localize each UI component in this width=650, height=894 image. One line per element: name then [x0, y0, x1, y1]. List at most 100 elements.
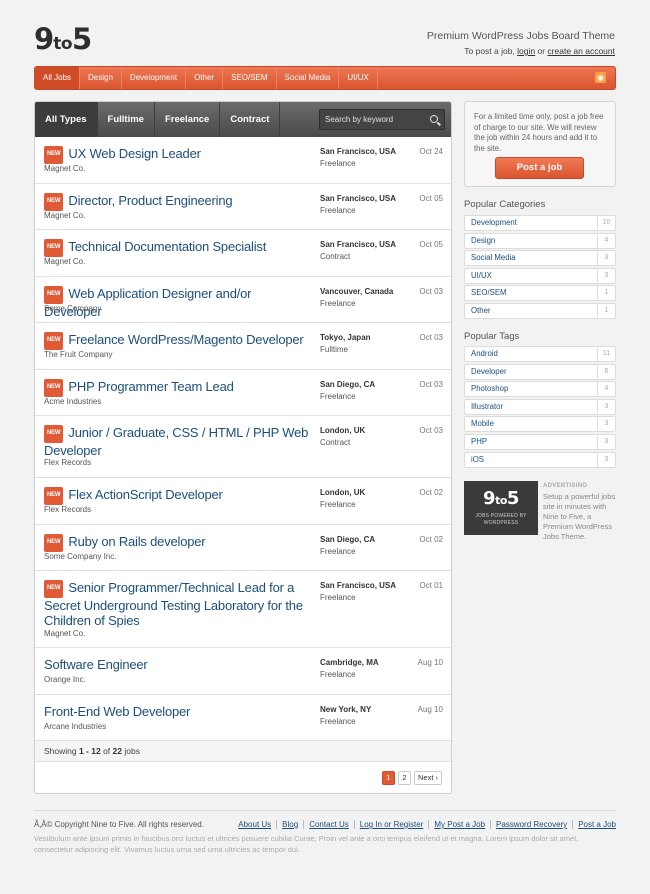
footer-link[interactable]: Password Recovery	[490, 820, 572, 829]
nav-all-jobs[interactable]: All Jobs	[35, 67, 81, 89]
job-row[interactable]: NEW Junior / Graduate, CSS / HTML / PHP W…	[35, 416, 451, 478]
showing-of: of	[100, 746, 113, 756]
job-title-text[interactable]: Ruby on Rails developer	[68, 534, 205, 549]
job-date: Aug 10	[417, 705, 443, 714]
job-title[interactable]: NEW UX Web Design Leader	[44, 146, 309, 164]
tag-item[interactable]: PHP 3	[464, 433, 616, 450]
job-row[interactable]: NEW PHP Programmer Team Lead Acme Industri…	[35, 370, 451, 416]
job-company: Orange Inc.	[44, 674, 86, 684]
search-icon[interactable]	[430, 115, 438, 123]
tab-freelance[interactable]: Freelance	[155, 102, 221, 137]
showing-prefix: Showing	[44, 746, 79, 756]
job-company: Magnet Co.	[44, 628, 86, 638]
job-row[interactable]: NEW Flex ActionScript Developer Flex Recor…	[35, 478, 451, 525]
category-item[interactable]: Design 4	[464, 232, 616, 249]
copyright: Ã‚Â© Copyright Nine to Five. All rights …	[34, 820, 204, 829]
tag-item[interactable]: Mobile 3	[464, 416, 616, 433]
login-link[interactable]: login	[517, 46, 535, 56]
job-title[interactable]: NEW Technical Documentation Specialist	[44, 239, 309, 257]
job-title[interactable]: NEW Senior Programmer/Technical Lead for …	[44, 580, 309, 629]
job-title-text[interactable]: Freelance WordPress/Magento Developer	[68, 332, 303, 347]
site-logo[interactable]: 9 to 5	[34, 22, 92, 56]
footer-link[interactable]: My Post a Job	[428, 820, 490, 829]
tab-all-types[interactable]: All Types	[35, 102, 98, 137]
job-row[interactable]: Software Engineer Orange Inc. Cambridge, M…	[35, 648, 451, 695]
job-title[interactable]: NEW Ruby on Rails developer	[44, 534, 309, 552]
tag-item[interactable]: Illustrator 3	[464, 398, 616, 415]
job-title[interactable]: Front-End Web Developer	[44, 704, 309, 720]
job-title-text[interactable]: Junior / Graduate, CSS / HTML / PHP Web …	[44, 425, 308, 458]
job-row[interactable]: NEW UX Web Design Leader Magnet Co. San Fra…	[35, 137, 451, 184]
new-badge: NEW	[44, 425, 64, 443]
new-badge: NEW	[44, 379, 64, 397]
job-title-text[interactable]: Software Engineer	[44, 657, 148, 672]
page-2-button[interactable]: 2	[397, 771, 411, 785]
job-row[interactable]: Front-End Web Developer Arcane Industries…	[35, 695, 451, 741]
tag-item[interactable]: Android 11	[464, 346, 616, 362]
tag-item[interactable]: iOS 3	[464, 451, 616, 468]
footer-link[interactable]: Contact Us	[303, 820, 354, 829]
category-item[interactable]: Social Media 3	[464, 250, 616, 267]
job-title-text[interactable]: Director, Product Engineering	[68, 193, 232, 208]
job-title-text[interactable]: Front-End Web Developer	[44, 704, 190, 719]
job-company: Magnet Co.	[44, 210, 86, 220]
job-title-text[interactable]: Technical Documentation Specialist	[68, 239, 266, 254]
tab-contract[interactable]: Contract	[220, 102, 281, 137]
tag-item[interactable]: Photoshop 4	[464, 381, 616, 398]
tag-item[interactable]: Developer 6	[464, 363, 616, 380]
search-input[interactable]	[320, 110, 420, 129]
nav-other[interactable]: Other	[186, 67, 224, 89]
category-nav: All Jobs Design Development Other SEO/SE…	[34, 66, 616, 90]
job-row[interactable]: NEW Director, Product Engineering Magnet C…	[35, 184, 451, 230]
new-badge: NEW	[44, 193, 64, 211]
job-location: Vancouver, Canada	[320, 287, 394, 296]
tab-fulltime[interactable]: Fulltime	[98, 102, 155, 137]
job-row[interactable]: NEW Web Application Designer and/or Devel…	[35, 277, 451, 323]
create-account-link[interactable]: create an account	[547, 46, 615, 56]
category-item[interactable]: Other 1	[464, 302, 616, 319]
job-type: Freelance	[320, 299, 356, 308]
nav-ui-ux[interactable]: UI/UX	[339, 67, 378, 89]
nav-seo-sem[interactable]: SEO/SEM	[223, 67, 277, 89]
job-title[interactable]: NEW PHP Programmer Team Lead	[44, 379, 309, 397]
post-job-button[interactable]: Post a job	[495, 157, 584, 179]
job-title[interactable]: NEW Director, Product Engineering	[44, 193, 309, 211]
footer-link[interactable]: Post a Job	[572, 820, 616, 829]
nav-development[interactable]: Development	[122, 67, 187, 89]
category-item[interactable]: Development 10	[464, 215, 616, 231]
page-1-button[interactable]: 1	[381, 771, 395, 785]
nav-social-media[interactable]: Social Media	[277, 67, 340, 89]
job-row[interactable]: NEW Technical Documentation Specialist Mag…	[35, 230, 451, 277]
footer-link[interactable]: Blog	[276, 820, 303, 829]
category-count: 4	[597, 233, 615, 248]
job-title-text[interactable]: PHP Programmer Team Lead	[68, 379, 233, 394]
job-title[interactable]: NEW Flex ActionScript Developer	[44, 487, 309, 505]
job-date: Oct 01	[419, 581, 443, 590]
job-title-text[interactable]: UX Web Design Leader	[68, 146, 201, 161]
footer-link[interactable]: About Us	[233, 820, 276, 829]
job-title-text[interactable]: Flex ActionScript Developer	[68, 487, 222, 502]
category-item[interactable]: SEO/SEM 1	[464, 285, 616, 302]
job-title[interactable]: NEW Web Application Designer and/or Devel…	[44, 286, 309, 319]
job-row[interactable]: NEW Ruby on Rails developer Some Company I…	[35, 525, 451, 571]
footer-link[interactable]: Log In or Register	[353, 820, 429, 829]
new-badge: NEW	[44, 332, 64, 350]
job-row[interactable]: NEW Freelance WordPress/Magento Developer…	[35, 323, 451, 370]
job-title-text[interactable]: Senior Programmer/Technical Lead for a S…	[44, 580, 303, 628]
tag-count: 4	[597, 382, 615, 397]
job-location: Cambridge, MA	[320, 658, 379, 667]
tag-count: 11	[597, 347, 615, 361]
category-count: 3	[597, 268, 615, 283]
job-title-text[interactable]: Web Application Designer and/or Develope…	[44, 286, 252, 319]
job-title[interactable]: NEW Freelance WordPress/Magento Developer	[44, 332, 309, 350]
ad-banner[interactable]: 9to5 JOBS POWERED BY WORDPRESS	[464, 481, 538, 535]
rss-icon[interactable]: ◉	[595, 72, 606, 83]
job-title[interactable]: NEW Junior / Graduate, CSS / HTML / PHP W…	[44, 425, 309, 458]
category-item[interactable]: UI/UX 3	[464, 267, 616, 284]
next-page-button[interactable]: Next ›	[413, 771, 442, 785]
ad-text: Setup a powerful jobs site in minutes wi…	[543, 492, 616, 541]
nav-design[interactable]: Design	[80, 67, 122, 89]
job-row[interactable]: NEW Senior Programmer/Technical Lead for …	[35, 571, 451, 648]
job-type: Freelance	[320, 159, 356, 168]
job-title[interactable]: Software Engineer	[44, 657, 309, 673]
